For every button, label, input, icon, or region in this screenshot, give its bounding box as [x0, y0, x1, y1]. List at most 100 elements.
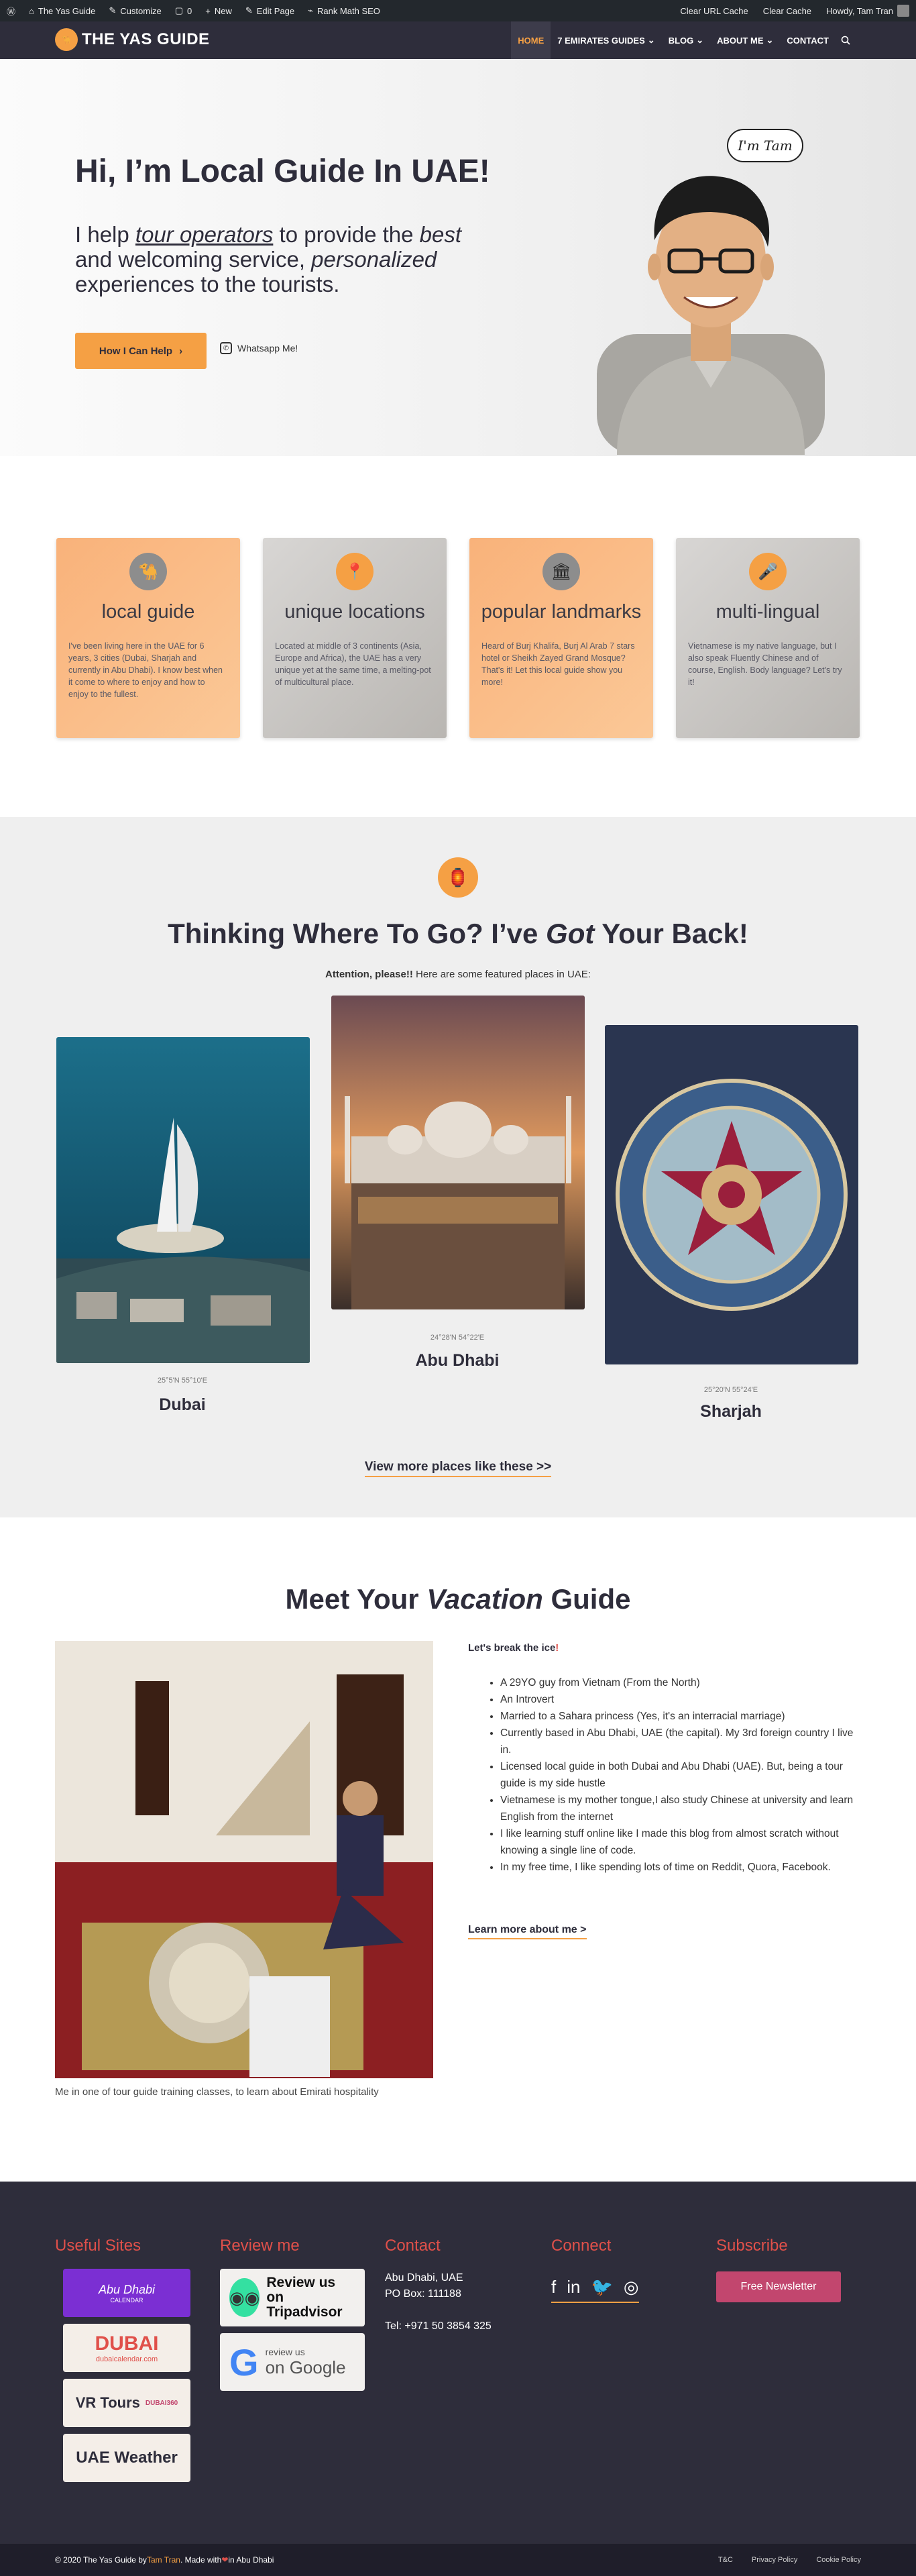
features-section: 🐪 local guide I've been living here in t… — [0, 456, 916, 817]
comments-link[interactable]: ▢ 0 — [175, 5, 192, 16]
social-links: f in 🐦 ◎ — [551, 2277, 639, 2303]
guide-training-photo — [55, 1641, 433, 2078]
search-icon[interactable] — [836, 21, 856, 59]
avatar — [897, 5, 909, 17]
site-footer: Useful Sites Review me Contact Connect S… — [0, 2182, 916, 2544]
clear-cache-link[interactable]: Clear Cache — [763, 5, 811, 17]
privacy-policy-link[interactable]: Privacy Policy — [752, 2556, 797, 2564]
hero-subtitle: I help tour operators to provide the bes… — [75, 222, 462, 297]
sharjah-name[interactable]: Sharjah — [604, 1402, 858, 1421]
contact-heading: Contact — [385, 2237, 441, 2255]
nav-7-emirates-guides[interactable]: 7 EMIRATES GUIDES ⌄ — [551, 21, 661, 59]
uae-weather-link[interactable]: UAE Weather — [63, 2434, 190, 2482]
wordpress-icon: Ⓦ — [7, 6, 16, 17]
chevron-down-icon: ⌄ — [766, 35, 774, 45]
meet-guide-section: Meet Your Vacation Guide Me in one of to… — [0, 1517, 916, 2182]
customize-link[interactable]: ✎ Customize — [109, 5, 161, 16]
list-item: In my free time, I like spending lots of… — [500, 1859, 862, 1876]
site-header: 🐪 THE YAS GUIDE HOME 7 EMIRATES GUIDES ⌄ … — [0, 21, 916, 59]
wp-logo-menu[interactable]: Ⓦ — [7, 5, 15, 17]
abu-dhabi-coordinates: 24°28'N 54°22'E — [430, 1334, 485, 1342]
brush-icon: ✎ — [109, 5, 117, 15]
admin-bar: Ⓦ ⌂ The Yas Guide ✎ Customize ▢ 0 + New ✎ Edi… — [0, 0, 916, 21]
dubai-coordinates: 25°5'N 55°10'E — [157, 1377, 208, 1385]
hero-title: Hi, I’m Local Guide In UAE! — [75, 154, 490, 189]
home-icon: ⌂ — [29, 5, 34, 16]
free-newsletter-button[interactable]: Free Newsletter — [716, 2271, 841, 2302]
linkedin-icon[interactable]: in — [567, 2277, 580, 2298]
author-link[interactable]: Tam Tran — [147, 2555, 180, 2565]
contact-phone[interactable]: Tel: +971 50 3854 325 — [385, 2318, 492, 2334]
rank-math-icon: ⌁ — [308, 5, 313, 15]
list-item: Licensed local guide in both Dubai and A… — [500, 1758, 862, 1792]
stats-graph[interactable] — [394, 5, 454, 16]
dubai-name[interactable]: Dubai — [55, 1395, 310, 1415]
twitter-icon[interactable]: 🐦 — [591, 2277, 612, 2298]
guide-title: Meet Your Vacation Guide — [285, 1583, 631, 1615]
list-item: Currently based in Abu Dhabi, UAE (the c… — [500, 1725, 862, 1758]
connect-heading: Connect — [551, 2237, 612, 2255]
my-account-link[interactable]: Howdy, Tam Tran — [826, 5, 909, 17]
hero-section: Hi, I’m Local Guide In UAE! I help tour … — [0, 59, 916, 456]
terms-link[interactable]: T&C — [718, 2556, 733, 2564]
dubai-image[interactable] — [56, 1037, 310, 1363]
review-me-heading: Review me — [220, 2237, 300, 2255]
clear-url-cache-link[interactable]: Clear URL Cache — [680, 5, 748, 17]
list-item: Vietnamese is my mother tongue,I also st… — [500, 1792, 862, 1825]
feature-card-popular-landmarks: 🏛 popular landmarks Heard of Burj Khalif… — [469, 538, 653, 738]
places-title: Thinking Where To Go? I’ve Got Your Back… — [168, 918, 748, 949]
chevron-down-icon: ⌄ — [696, 35, 704, 45]
nav-about-me[interactable]: ABOUT ME ⌄ — [710, 21, 780, 59]
abu-dhabi-name[interactable]: Abu Dhabi — [330, 1351, 585, 1371]
nav-home[interactable]: HOME — [511, 21, 551, 59]
facebook-icon[interactable]: f — [551, 2277, 556, 2298]
how-i-can-help-button[interactable]: How I Can Help › — [75, 333, 207, 369]
vr-tours-link[interactable]: VR Tours DUBAI360 — [63, 2379, 190, 2427]
chevron-down-icon: ⌄ — [647, 35, 655, 45]
site-name-link[interactable]: ⌂ The Yas Guide — [29, 6, 95, 16]
learn-more-link[interactable]: Learn more about me > — [468, 1924, 587, 1939]
lantern-icon: 🏮 — [438, 857, 478, 898]
heart-icon: ❤ — [221, 2555, 229, 2565]
places-intro: Attention, please!! Here are some featur… — [325, 969, 591, 980]
camel-icon: 🐪 — [129, 553, 167, 590]
plus-icon: + — [205, 5, 211, 16]
nav-contact[interactable]: CONTACT — [780, 21, 836, 59]
dubai-calendar-link[interactable]: DUBAI dubaicalendar.com — [63, 2324, 190, 2372]
nav-blog[interactable]: BLOG ⌄ — [662, 21, 710, 59]
icebreak-heading: Let's break the ice! — [468, 1642, 559, 1654]
abu-dhabi-image[interactable] — [331, 996, 585, 1309]
sharjah-image[interactable] — [605, 1025, 858, 1364]
list-item: A 29YO guy from Vietnam (From the North) — [500, 1674, 862, 1691]
guide-facts-list: A 29YO guy from Vietnam (From the North)… — [500, 1674, 862, 1876]
instagram-icon[interactable]: ◎ — [624, 2277, 639, 2298]
new-content-link[interactable]: + New — [205, 6, 232, 16]
edit-page-link[interactable]: ✎ Edit Page — [245, 5, 294, 16]
feature-card-multi-lingual: 🎤 multi-lingual Vietnamese is my native … — [676, 538, 860, 738]
guide-photo-caption: Me in one of tour guide training classes… — [55, 2086, 379, 2098]
whatsapp-button[interactable]: ✆ Whatsapp Me! — [220, 342, 298, 354]
list-item: I like learning stuff online like I made… — [500, 1825, 862, 1859]
cookie-policy-link[interactable]: Cookie Policy — [816, 2556, 861, 2564]
main-nav: HOME 7 EMIRATES GUIDES ⌄ BLOG ⌄ ABOUT ME ⌄ … — [511, 21, 856, 59]
sharjah-coordinates: 25°20'N 55°24'E — [703, 1386, 758, 1394]
location-pin-icon: 📍 — [336, 553, 374, 590]
legal-links: T&C Privacy Policy Cookie Policy — [718, 2556, 861, 2564]
speech-bubble: I'm Tam — [727, 129, 803, 162]
view-more-places-link[interactable]: View more places like these >> — [0, 1460, 916, 1477]
logo-camel-icon: 🐪 — [55, 28, 78, 51]
guide-portrait — [597, 176, 825, 455]
rank-math-link[interactable]: ⌁ Rank Math SEO — [308, 5, 380, 16]
contact-address: Abu Dhabi, UAE PO Box: 111188 — [385, 2272, 463, 2300]
list-item: An Introvert — [500, 1691, 862, 1708]
site-logo[interactable]: 🐪 THE YAS GUIDE — [55, 28, 210, 51]
feature-card-unique-locations: 📍 unique locations Located at middle of … — [263, 538, 447, 738]
subscribe-heading: Subscribe — [716, 2237, 788, 2255]
tour-operators-link[interactable]: tour operators — [135, 222, 273, 247]
tripadvisor-review-link[interactable]: ◉◉ Review us on Tripadvisor — [220, 2269, 365, 2326]
list-item: Married to a Sahara princess (Yes, it's … — [500, 1708, 862, 1725]
abu-dhabi-calendar-link[interactable]: Abu Dhabi CALENDAR — [63, 2269, 190, 2317]
useful-sites-heading: Useful Sites — [55, 2237, 141, 2255]
google-review-link[interactable]: G review us on Google — [220, 2333, 365, 2391]
chevron-right-icon: › — [179, 345, 183, 357]
